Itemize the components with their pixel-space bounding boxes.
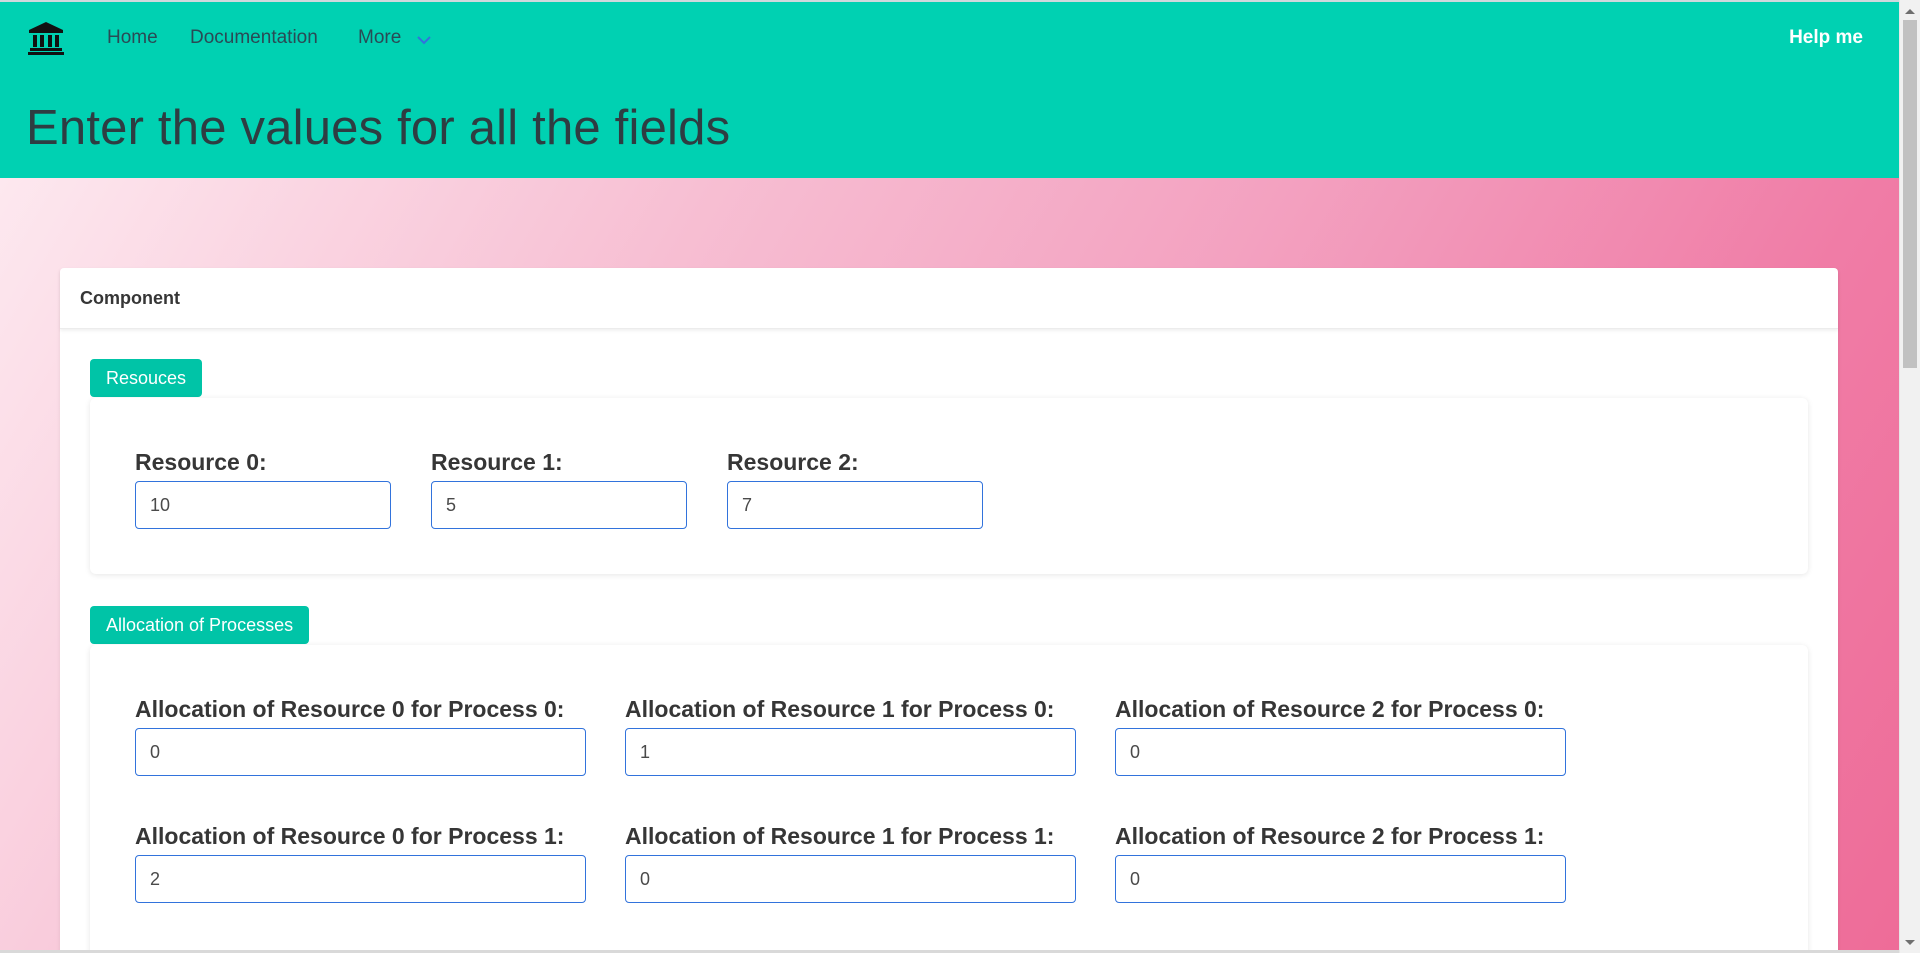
resource-1-input[interactable] — [431, 481, 687, 529]
nav-home-link[interactable]: Home — [107, 26, 158, 50]
app-window: Home Documentation More Help me Enter th… — [0, 0, 1920, 953]
hero-header: Home Documentation More Help me Enter th… — [0, 2, 1899, 178]
resources-tag[interactable]: Resouces — [90, 359, 203, 397]
resource-field: Resource 2: — [727, 448, 983, 529]
bank-icon[interactable] — [27, 20, 65, 56]
navbar: Home Documentation More Help me — [0, 2, 1899, 74]
resource-label: Resource 2: — [727, 449, 859, 475]
scroll-up-arrow-icon[interactable] — [1905, 9, 1915, 14]
allocation-field: Allocation of Resource 2 for Process 1: — [1115, 822, 1566, 903]
allocation-tag[interactable]: Allocation of Processes — [90, 606, 310, 644]
allocation-r2-p0-input[interactable] — [1115, 728, 1566, 776]
card-title: Component — [80, 288, 180, 308]
allocation-field: Allocation of Resource 1 for Process 0: — [625, 695, 1076, 776]
resource-label: Resource 0: — [135, 449, 267, 475]
allocation-label: Allocation of Resource 2 for Process 0: — [1115, 696, 1545, 722]
resources-box: Resource 0: Resource 1: Resource 2: — [90, 398, 1808, 574]
scroll-down-arrow-icon[interactable] — [1905, 940, 1915, 945]
nav-documentation-link[interactable]: Documentation — [190, 26, 318, 50]
resource-0-input[interactable] — [135, 481, 391, 529]
allocation-box: Allocation of Resource 0 for Process 0: … — [90, 645, 1808, 953]
help-me-link[interactable]: Help me — [1789, 26, 1863, 50]
allocation-r1-p1-input[interactable] — [625, 855, 1076, 903]
resource-2-input[interactable] — [727, 481, 983, 529]
allocation-label: Allocation of Resource 0 for Process 1: — [135, 823, 565, 849]
allocation-label: Allocation of Resource 0 for Process 0: — [135, 696, 565, 722]
resource-field: Resource 1: — [431, 448, 687, 529]
scrollbar-thumb[interactable] — [1903, 20, 1917, 368]
allocation-label: Allocation of Resource 2 for Process 1: — [1115, 823, 1545, 849]
vertical-scrollbar[interactable] — [1899, 0, 1920, 953]
resource-field: Resource 0: — [135, 448, 391, 529]
chevron-down-icon[interactable] — [416, 32, 432, 45]
page-title: Enter the values for all the fields — [26, 101, 731, 155]
allocation-field: Allocation of Resource 1 for Process 1: — [625, 822, 1076, 903]
allocation-field: Allocation of Resource 0 for Process 1: — [135, 822, 586, 903]
card-header: Component — [60, 268, 1838, 329]
allocation-r0-p1-input[interactable] — [135, 855, 586, 903]
allocation-r1-p0-input[interactable] — [625, 728, 1076, 776]
allocation-field: Allocation of Resource 2 for Process 0: — [1115, 695, 1566, 776]
allocation-label: Allocation of Resource 1 for Process 0: — [625, 696, 1055, 722]
allocation-r0-p0-input[interactable] — [135, 728, 586, 776]
allocation-r2-p1-input[interactable] — [1115, 855, 1566, 903]
nav-more-dropdown[interactable]: More — [358, 26, 401, 50]
resource-label: Resource 1: — [431, 449, 563, 475]
allocation-field: Allocation of Resource 0 for Process 0: — [135, 695, 586, 776]
allocation-label: Allocation of Resource 1 for Process 1: — [625, 823, 1055, 849]
